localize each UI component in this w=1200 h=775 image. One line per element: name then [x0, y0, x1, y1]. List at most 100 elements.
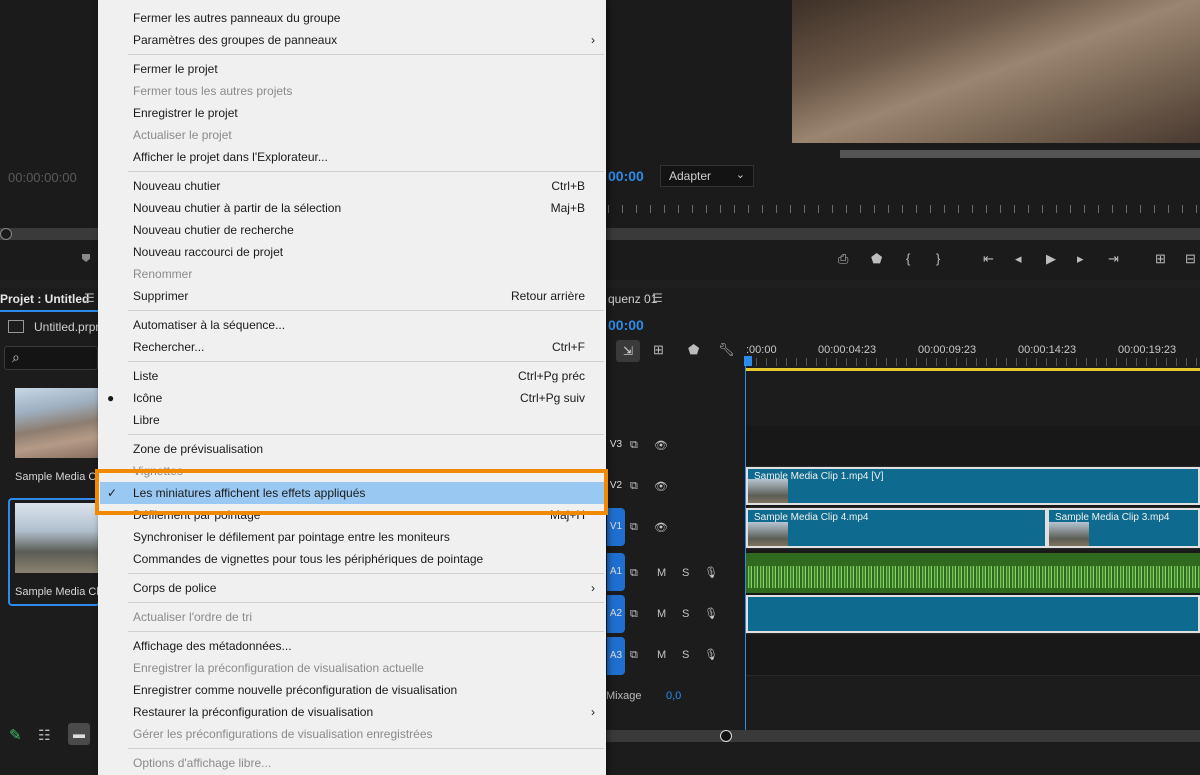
solo-button[interactable]: S [682, 567, 689, 579]
track-label-a1[interactable]: A1 [607, 553, 625, 591]
radio-selected-icon: ● [107, 391, 115, 405]
microphone-icon[interactable]: 🎙︎ [704, 607, 718, 620]
sync-lock-icon[interactable]: ⧉ [630, 521, 638, 534]
timeline-scrollbar[interactable] [606, 730, 1200, 742]
search-icon: ⌕ [12, 349, 20, 365]
go-to-in-icon[interactable]: ⇤ [983, 251, 994, 267]
add-marker-icon[interactable]: ⬟ [688, 342, 699, 358]
mark-in-icon[interactable]: { [906, 251, 910, 266]
menu-item-label: Enregistrer la préconfiguration de visua… [133, 661, 424, 675]
folder-icon[interactable] [8, 320, 24, 333]
sync-lock-icon[interactable]: ⧉ [630, 608, 638, 621]
insert-overwrite-icon[interactable]: ⇲ [616, 340, 640, 362]
lift-icon[interactable]: ⊞ [1155, 251, 1166, 267]
menu-item-thumbnail-controls[interactable]: Commandes de vignettes pour tous les pér… [98, 548, 606, 570]
menu-item-automate-to-sequence[interactable]: Automatiser à la séquence... [98, 314, 606, 336]
pencil-icon[interactable]: ✎ [9, 726, 22, 744]
play-icon[interactable]: ▶ [1046, 251, 1056, 267]
menu-separator [128, 602, 604, 603]
menu-separator [128, 310, 604, 311]
mute-button[interactable]: M [657, 649, 666, 661]
sync-lock-icon[interactable]: ⧉ [630, 480, 638, 493]
menu-item-preview-area[interactable]: Zone de prévisualisation [98, 438, 606, 460]
list-view-icon[interactable]: ☷ [38, 727, 51, 744]
export-frame-icon[interactable]: ⎙ [838, 251, 848, 267]
project-item-thumbnail[interactable] [15, 503, 98, 573]
menu-item-panel-group-settings[interactable]: Paramètres des groupes de panneaux › [98, 29, 606, 51]
microphone-icon[interactable]: 🎙︎ [704, 648, 718, 661]
mute-button[interactable]: M [657, 567, 666, 579]
panel-menu-icon[interactable]: ☰ [84, 291, 95, 305]
playhead-line[interactable] [745, 366, 746, 731]
eye-icon[interactable]: 👁︎ [654, 439, 668, 452]
menu-separator [128, 434, 604, 435]
track-label-v1[interactable]: V1 [607, 508, 625, 546]
track-label-a2[interactable]: A2 [607, 595, 625, 633]
menu-item-font-size[interactable]: Corps de police › [98, 577, 606, 599]
menu-item-new-search-bin[interactable]: Nouveau chutier de recherche [98, 219, 606, 241]
work-area-bar[interactable] [746, 368, 1200, 371]
clip-v2[interactable]: Sample Media Clip 1.mp4 [V] [746, 467, 1200, 505]
fit-dropdown[interactable]: Adapter ⌄ [660, 165, 754, 187]
time-ruler[interactable] [746, 358, 1200, 366]
clip-v1-a[interactable]: Sample Media Clip 4.mp4 [746, 508, 1047, 548]
menu-item-close-other-panels[interactable]: Fermer les autres panneaux du groupe [98, 7, 606, 29]
track-label-v2[interactable]: V2 [607, 467, 625, 505]
timeline-tab[interactable]: quenz 01 [608, 292, 657, 306]
solo-button[interactable]: S [682, 608, 689, 620]
menu-item-new-bin-from-selection[interactable]: Nouveau chutier à partir de la sélection… [98, 197, 606, 219]
track-a3 [746, 635, 1200, 676]
project-item-thumbnail[interactable] [15, 388, 98, 458]
clip-v1-b[interactable]: Sample Media Clip 3.mp4 [1047, 508, 1200, 548]
program-scrollbar[interactable] [840, 150, 1200, 158]
menu-item-close-project[interactable]: Fermer le projet [98, 58, 606, 80]
extract-icon[interactable]: ⊟ [1185, 251, 1196, 267]
program-scrub-bar[interactable] [608, 228, 1200, 240]
menu-item-save-project[interactable]: Enregistrer le projet [98, 102, 606, 124]
audio-clip-a2[interactable] [746, 595, 1200, 633]
menu-item-label: Liste [133, 369, 159, 383]
menu-item-reveal-in-explorer[interactable]: Afficher le projet dans l'Explorateur... [98, 146, 606, 168]
menu-item-freeform[interactable]: Libre [98, 409, 606, 431]
program-timecode[interactable]: 00:00 [608, 168, 644, 184]
eye-icon[interactable]: 👁︎ [654, 521, 668, 534]
sync-lock-icon[interactable]: ⧉ [630, 567, 638, 580]
menu-item-metadata-display[interactable]: Affichage des métadonnées... [98, 635, 606, 657]
menu-item-new-bin[interactable]: Nouveau chutier Ctrl+B [98, 175, 606, 197]
eye-icon[interactable]: 👁︎ [654, 480, 668, 493]
project-panel-tab[interactable]: Projet : Untitled [0, 292, 89, 306]
track-label-v3[interactable]: V3 [607, 426, 625, 464]
sync-lock-icon[interactable]: ⧉ [630, 439, 638, 452]
step-forward-icon[interactable]: ▸ [1077, 251, 1084, 267]
source-scrub-handle[interactable] [0, 228, 12, 240]
timeline-zoom-handle[interactable] [720, 730, 732, 742]
panel-menu-icon[interactable]: ☰ [652, 291, 663, 305]
mix-value[interactable]: 0,0 [666, 690, 681, 702]
linked-selection-icon[interactable]: ⊞ [653, 342, 664, 358]
menu-item-new-project-shortcut[interactable]: Nouveau raccourci de projet [98, 241, 606, 263]
ruler-label: 00:00:09:23 [918, 344, 977, 356]
menu-item-save-as-new-view-preset[interactable]: Enregistrer comme nouvelle préconfigurat… [98, 679, 606, 701]
icon-view-icon[interactable]: ▬ [68, 723, 90, 745]
menu-item-sync-hover-scrub[interactable]: Synchroniser le défilement par pointage … [98, 526, 606, 548]
solo-button[interactable]: S [682, 649, 689, 661]
timeline-timecode[interactable]: 00:00 [608, 317, 644, 333]
mute-button[interactable]: M [657, 608, 666, 620]
menu-item-find[interactable]: Rechercher... Ctrl+F [98, 336, 606, 358]
menu-item-delete[interactable]: Supprimer Retour arrière [98, 285, 606, 307]
sync-lock-icon[interactable]: ⧉ [630, 649, 638, 662]
menu-shortcut: Ctrl+Pg préc [517, 369, 585, 383]
track-label-a3[interactable]: A3 [607, 637, 625, 675]
playhead-handle[interactable] [744, 356, 752, 366]
mark-out-icon[interactable]: } [936, 251, 940, 266]
wrench-icon[interactable]: 🔧︎ [718, 342, 735, 358]
menu-item-label: Fermer les autres panneaux du groupe [133, 11, 341, 25]
step-back-icon[interactable]: ◂ [1015, 251, 1022, 267]
menu-item-restore-view-preset[interactable]: Restaurer la préconfiguration de visuali… [98, 701, 606, 723]
menu-item-icon-view[interactable]: ● Icône Ctrl+Pg suiv [98, 387, 606, 409]
menu-item-label: Paramètres des groupes de panneaux [133, 33, 338, 47]
microphone-icon[interactable]: 🎙︎ [704, 566, 718, 579]
menu-item-list[interactable]: Liste Ctrl+Pg préc [98, 365, 606, 387]
go-to-out-icon[interactable]: ⇥ [1108, 251, 1119, 267]
add-marker-icon[interactable]: ⬟ [871, 251, 882, 267]
